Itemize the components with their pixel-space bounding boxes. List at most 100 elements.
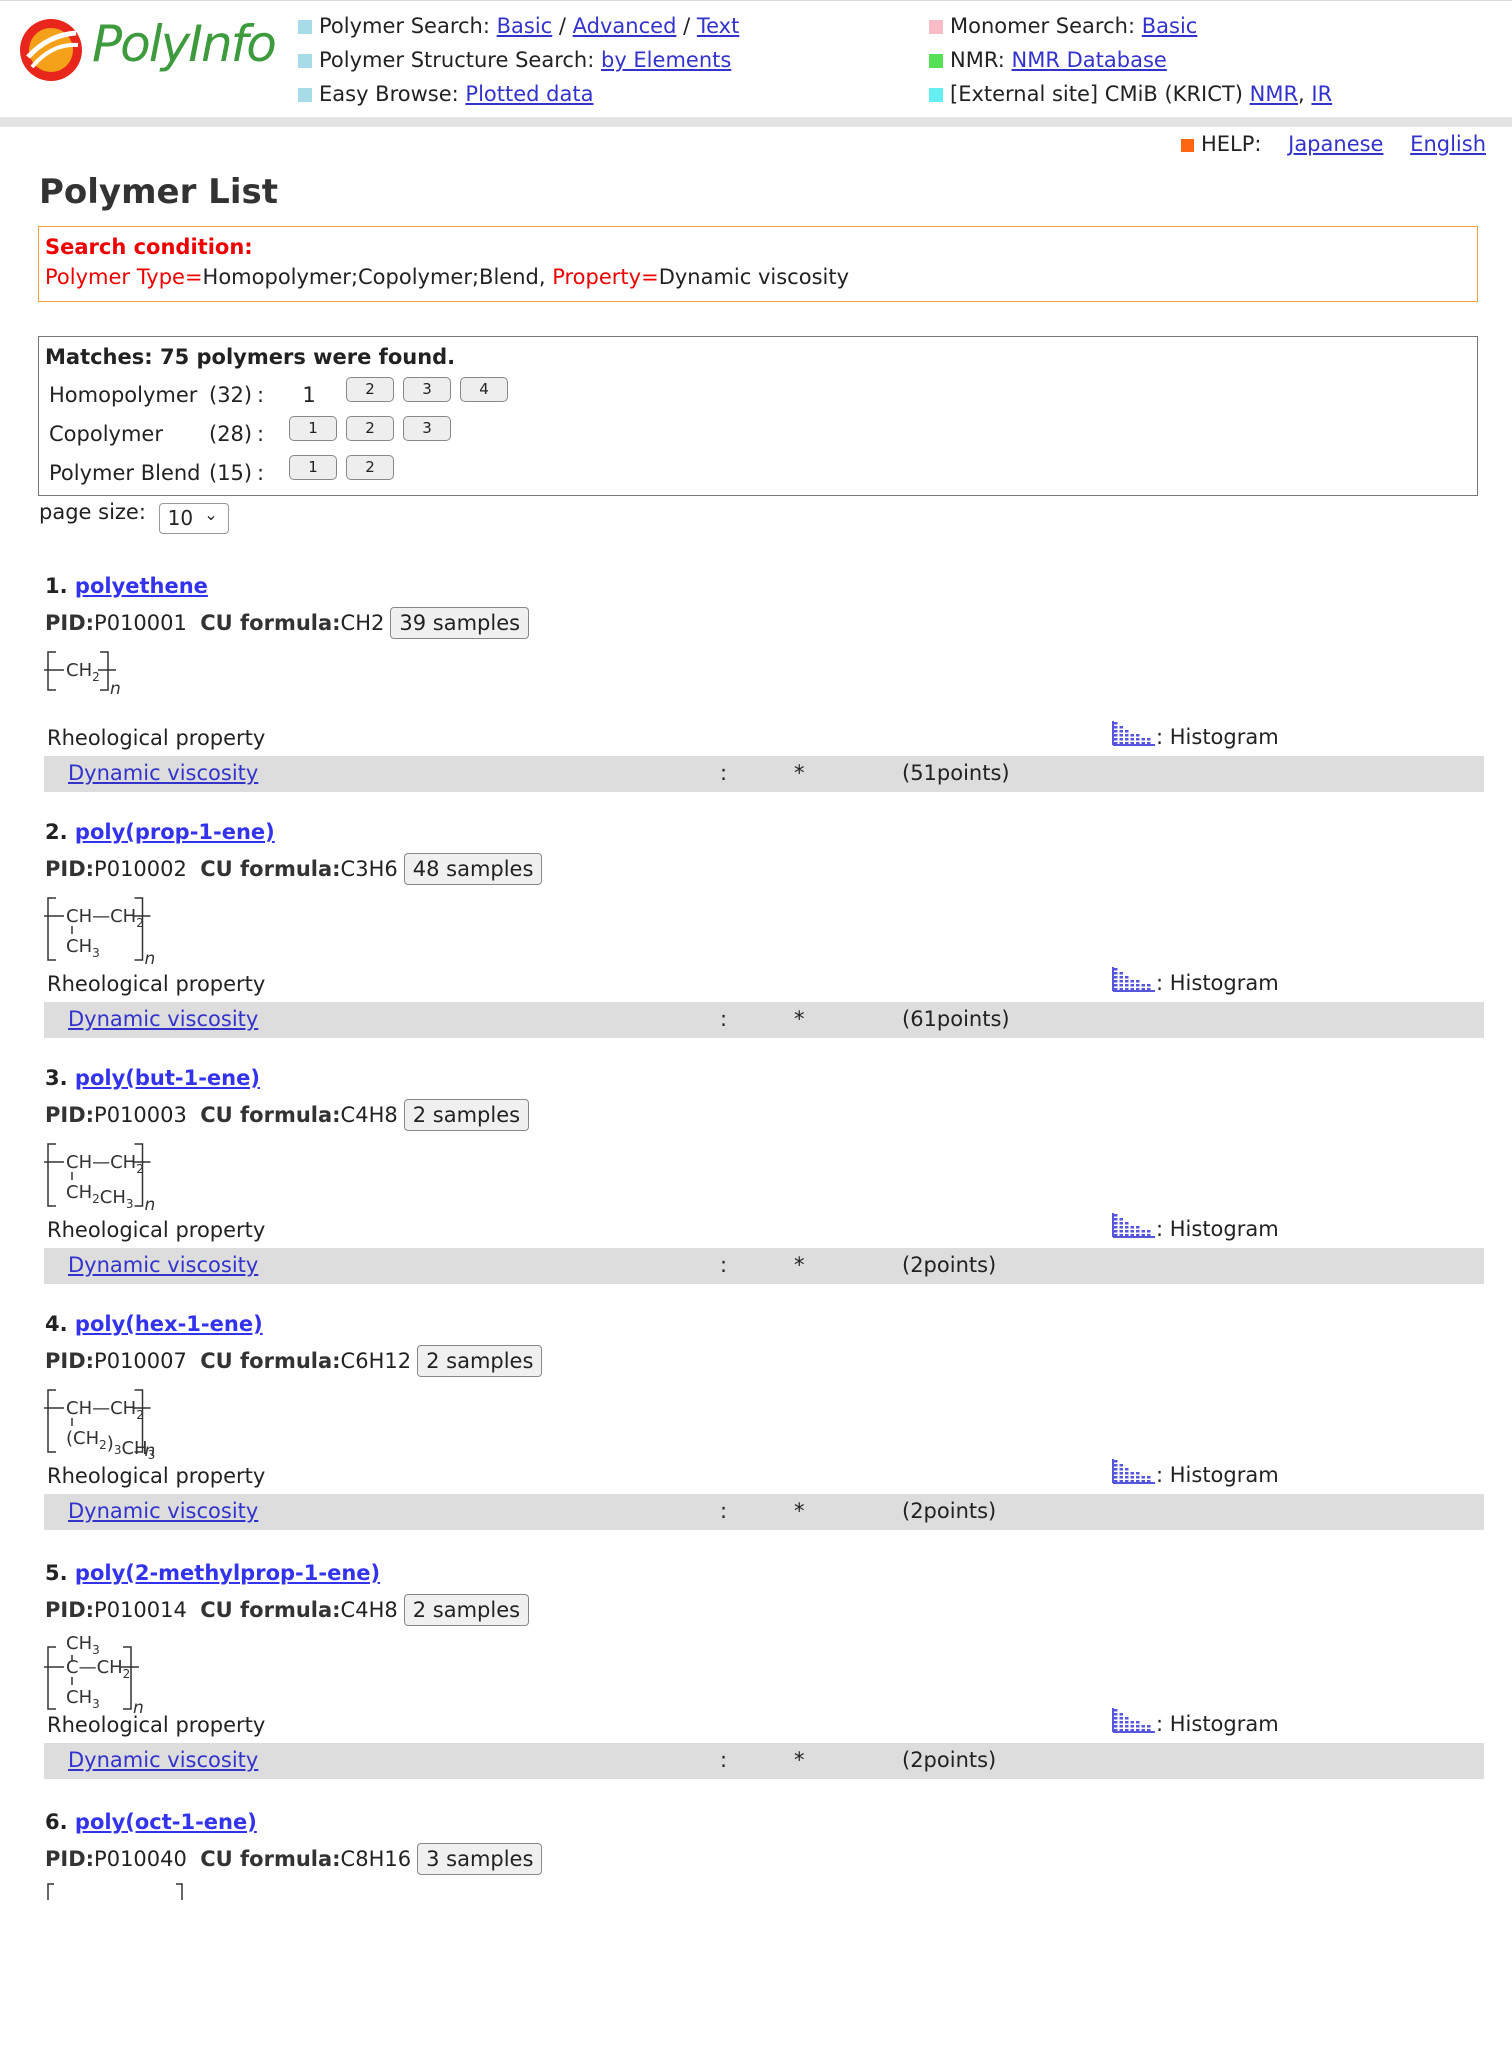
samples-button[interactable]: 2 samples bbox=[403, 1099, 530, 1131]
property-row: Dynamic viscosity: * (2points) bbox=[44, 1248, 1484, 1284]
formula-label: CU formula: bbox=[200, 611, 341, 635]
polymer-name-link[interactable]: poly(prop-1-ene) bbox=[75, 820, 275, 844]
square-icon bbox=[929, 54, 943, 68]
polymer-number: 3. bbox=[45, 1066, 68, 1090]
polymer-name-link[interactable]: poly(oct-1-ene) bbox=[75, 1810, 257, 1834]
pid-label: PID: bbox=[45, 857, 95, 881]
svg-text:CH—CH2: CH—CH2 bbox=[66, 1398, 144, 1422]
samples-button[interactable]: 3 samples bbox=[417, 1843, 543, 1875]
samples-button[interactable]: 2 samples bbox=[417, 1345, 543, 1377]
nav-label: NMR: bbox=[950, 48, 1005, 72]
structure-drawing: CH—CH2n CH3 bbox=[44, 897, 155, 969]
histogram-icon bbox=[1112, 1708, 1155, 1733]
link-basic[interactable]: Basic bbox=[497, 14, 553, 38]
section-label: Rheological property bbox=[47, 1713, 266, 1737]
link-nmr-database[interactable]: NMR Database bbox=[1012, 48, 1167, 72]
page-size-select[interactable]: 10 ⌄ bbox=[158, 503, 229, 534]
match-colon: : bbox=[257, 383, 265, 407]
pid-value: P010040 bbox=[94, 1847, 187, 1871]
formula-label: CU formula: bbox=[200, 1103, 341, 1127]
link-advanced[interactable]: Advanced bbox=[573, 14, 677, 38]
polyinfo-logo[interactable]: PolyInfo bbox=[18, 15, 277, 97]
nav-easy-browse: Easy Browse: Plotted data bbox=[298, 79, 739, 113]
formula-value: C8H16 bbox=[340, 1847, 412, 1871]
page-title: Polymer List bbox=[39, 172, 278, 212]
property-colon: : bbox=[720, 1253, 728, 1277]
histogram-link[interactable]: : Histogram bbox=[1112, 1458, 1279, 1487]
histogram-icon bbox=[1112, 1459, 1155, 1484]
pid-label: PID: bbox=[45, 1598, 95, 1622]
property-link[interactable]: Dynamic viscosity bbox=[68, 761, 258, 785]
link-plotted-data[interactable]: Plotted data bbox=[465, 82, 593, 106]
logo-text: PolyInfo bbox=[92, 15, 277, 73]
page-button[interactable]: 2 bbox=[346, 377, 394, 402]
histogram-link[interactable]: : Histogram bbox=[1112, 1212, 1279, 1241]
structure-image bbox=[44, 1880, 244, 1970]
polymer-name-link[interactable]: poly(hex-1-ene) bbox=[75, 1312, 263, 1336]
pid-value: P010001 bbox=[94, 611, 187, 635]
link-text[interactable]: Text bbox=[697, 14, 739, 38]
link-by-elements[interactable]: by Elements bbox=[601, 48, 731, 72]
property-points: (51points) bbox=[902, 761, 1010, 785]
property-link[interactable]: Dynamic viscosity bbox=[68, 1007, 258, 1031]
formula-value: C4H8 bbox=[340, 1103, 398, 1127]
samples-button[interactable]: 39 samples bbox=[390, 607, 530, 639]
link-cmib-ir[interactable]: IR bbox=[1311, 82, 1332, 106]
property-link[interactable]: Dynamic viscosity bbox=[68, 1499, 258, 1523]
pid-value: P010003 bbox=[94, 1103, 187, 1127]
property-colon: : bbox=[720, 1007, 728, 1031]
polymer-entry: 4. poly(hex-1-ene) PID:P010007 CU formula… bbox=[0, 1312, 1512, 1558]
structure-image: CH—CH2 n CH3 bbox=[44, 890, 244, 980]
match-count: (32) bbox=[209, 383, 253, 407]
page-button[interactable]: 2 bbox=[346, 455, 394, 480]
page-button[interactable]: 1 bbox=[289, 416, 337, 441]
polymer-name-link[interactable]: poly(2-methylprop-1-ene) bbox=[75, 1561, 380, 1585]
square-icon bbox=[929, 20, 943, 34]
polymer-title: 2. poly(prop-1-ene) bbox=[45, 820, 275, 844]
histogram-label: : Histogram bbox=[1156, 1712, 1279, 1736]
section-label: Rheological property bbox=[47, 726, 266, 750]
polymer-name-link[interactable]: polyethene bbox=[75, 574, 208, 598]
condition-key: Property= bbox=[552, 265, 659, 289]
histogram-label: : Histogram bbox=[1156, 1217, 1279, 1241]
formula-label: CU formula: bbox=[200, 1847, 341, 1871]
pid-label: PID: bbox=[45, 1847, 95, 1871]
match-row-blend: Polymer Blend (15) : 1 2 bbox=[45, 455, 1471, 494]
page-button[interactable]: 1 bbox=[289, 455, 337, 480]
help-japanese-link[interactable]: Japanese bbox=[1288, 132, 1383, 156]
property-link[interactable]: Dynamic viscosity bbox=[68, 1748, 258, 1772]
polymer-title: 6. poly(oct-1-ene) bbox=[45, 1810, 257, 1834]
svg-text:CH3: CH3 bbox=[66, 936, 100, 960]
samples-button[interactable]: 48 samples bbox=[403, 853, 543, 885]
pid-value: P010002 bbox=[94, 857, 187, 881]
polymer-info: PID:P010001 CU formula:CH2 39 samples bbox=[45, 606, 530, 640]
property-colon: : bbox=[720, 1499, 728, 1523]
link-cmib-nmr[interactable]: NMR bbox=[1250, 82, 1298, 106]
property-points: (2points) bbox=[902, 1253, 997, 1277]
histogram-icon bbox=[1112, 967, 1155, 992]
polymer-info: PID:P010007 CU formula:C6H12 2 samples bbox=[45, 1344, 543, 1378]
samples-button[interactable]: 2 samples bbox=[403, 1594, 530, 1626]
page-button[interactable]: 4 bbox=[460, 377, 508, 402]
link-monomer-basic[interactable]: Basic bbox=[1142, 14, 1198, 38]
histogram-link[interactable]: : Histogram bbox=[1112, 720, 1279, 749]
polymer-entry: 5. poly(2-methylprop-1-ene) PID:P010014 C… bbox=[0, 1561, 1512, 1807]
nav-label: [External site] CMiB (KRICT) bbox=[950, 82, 1243, 106]
histogram-link[interactable]: : Histogram bbox=[1112, 1707, 1279, 1736]
structure-image: CH—CH2 n (CH2)3CH3 bbox=[44, 1382, 244, 1472]
page-button[interactable]: 3 bbox=[403, 416, 451, 441]
polymer-info: PID:P010002 CU formula:C3H6 48 samples bbox=[45, 852, 543, 886]
polymer-name-link[interactable]: poly(but-1-ene) bbox=[75, 1066, 260, 1090]
page-button[interactable]: 2 bbox=[346, 416, 394, 441]
help-english-link[interactable]: English bbox=[1410, 132, 1486, 156]
match-row-copolymer: Copolymer (28) : 1 2 3 bbox=[45, 416, 1471, 455]
property-star: * bbox=[794, 1007, 805, 1031]
square-icon bbox=[298, 88, 312, 102]
structure-image: C—CH2 n CH3 CH3 bbox=[44, 1631, 244, 1721]
property-points: (2points) bbox=[902, 1748, 997, 1772]
formula-value: C6H12 bbox=[340, 1349, 412, 1373]
property-link[interactable]: Dynamic viscosity bbox=[68, 1253, 258, 1277]
histogram-label: : Histogram bbox=[1156, 1463, 1279, 1487]
page-button[interactable]: 3 bbox=[403, 377, 451, 402]
histogram-link[interactable]: : Histogram bbox=[1112, 966, 1279, 995]
